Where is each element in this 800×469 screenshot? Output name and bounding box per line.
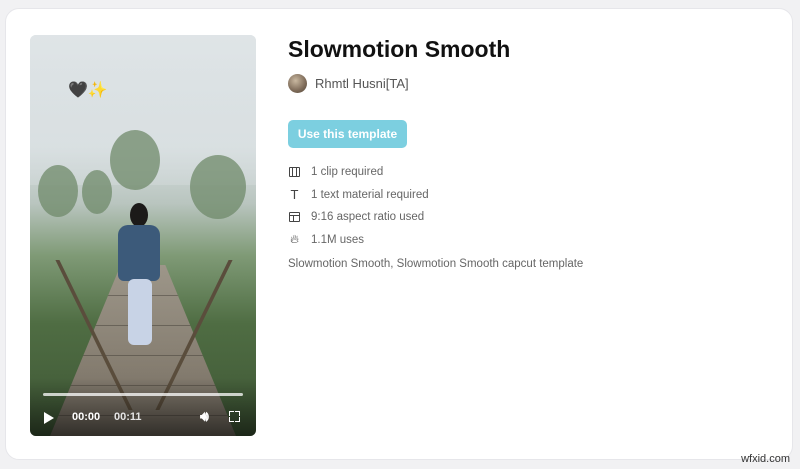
tree [38, 165, 78, 217]
watermark: wfxid.com [741, 453, 790, 465]
info-aspect-ratio: 9:16 aspect ratio used [288, 206, 429, 229]
info-uses: 🔥︎ 1.1M uses [288, 229, 429, 252]
avatar[interactable] [288, 74, 307, 93]
template-title: Slowmotion Smooth [288, 36, 511, 62]
tree [110, 130, 160, 190]
video-player[interactable]: 🖤✨ 00:00 00:11 🔊︎ [30, 35, 256, 436]
template-info-list: 1 clip required T 1 text material requir… [288, 161, 429, 251]
duration: 00:11 [114, 411, 142, 423]
author-name[interactable]: Rhmtl Husni[TA] [315, 76, 409, 91]
aspect-ratio-icon [288, 211, 301, 224]
fullscreen-icon[interactable] [229, 411, 240, 422]
tree [190, 155, 246, 219]
volume-icon[interactable]: 🔊︎ [200, 409, 209, 425]
play-icon[interactable] [44, 412, 54, 424]
template-description: Slowmotion Smooth, Slowmotion Smooth cap… [288, 258, 584, 270]
text-icon: T [290, 187, 299, 203]
info-text-material: T 1 text material required [288, 184, 429, 207]
use-template-button[interactable]: Use this template [288, 120, 407, 148]
video-overlay-text: 🖤✨ [68, 80, 108, 99]
video-progress-bar[interactable] [43, 393, 243, 396]
video-controls: 00:00 00:11 🔊︎ [30, 378, 256, 436]
author[interactable]: Rhmtl Husni[TA] [288, 74, 409, 93]
tree [82, 170, 112, 214]
current-time: 00:00 [72, 411, 101, 423]
info-clips: 1 clip required [288, 161, 429, 184]
flame-icon: 🔥︎ [290, 232, 299, 247]
walking-person [118, 203, 162, 345]
film-icon [288, 166, 301, 179]
